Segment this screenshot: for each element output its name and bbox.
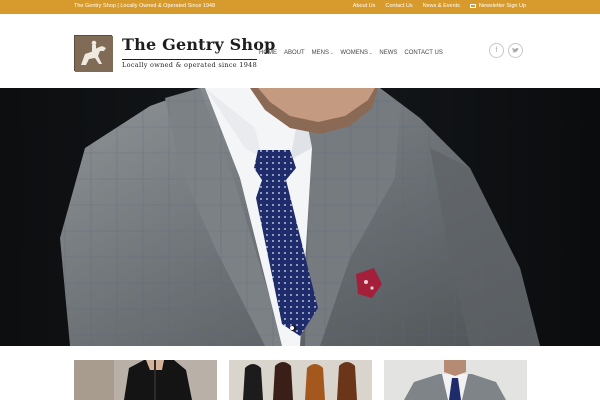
man-in-suit-image bbox=[0, 88, 600, 346]
nav-womens[interactable]: WOMENS⌄ bbox=[340, 50, 372, 56]
hero-image bbox=[0, 88, 600, 346]
man-in-grey-suit-image bbox=[384, 360, 527, 400]
logo-subtitle: Locally owned & operated since 1948 bbox=[122, 59, 258, 69]
tagline: The Gentry Shop | Locally Owned & Operat… bbox=[74, 3, 216, 9]
nav-news[interactable]: NEWS bbox=[379, 50, 397, 56]
top-links: About Us Contact Us News & Events Newsle… bbox=[353, 3, 526, 9]
slider-dot[interactable] bbox=[290, 326, 294, 330]
header: The Gentry Shop Locally owned & operated… bbox=[0, 14, 600, 88]
twitter-icon[interactable] bbox=[508, 43, 523, 58]
thumbnail-mens[interactable] bbox=[384, 360, 527, 400]
mail-icon bbox=[469, 3, 476, 8]
nav-contact-us[interactable]: CONTACT US bbox=[404, 50, 442, 56]
nav-mens[interactable]: MENS⌄ bbox=[312, 50, 334, 56]
thumbnail-shoes[interactable] bbox=[229, 360, 372, 400]
chevron-down-icon: ⌄ bbox=[330, 50, 334, 55]
main-nav: HOME ABOUT MENS⌄ WOMENS⌄ NEWS CONTACT US bbox=[259, 50, 443, 56]
twitter-bird-icon bbox=[512, 47, 519, 53]
facebook-glyph: f bbox=[495, 47, 498, 54]
about-us-link[interactable]: About Us bbox=[353, 3, 376, 9]
nav-about[interactable]: ABOUT bbox=[284, 50, 305, 56]
woman-in-black-outfit-image bbox=[74, 360, 217, 400]
newsletter-label: Newsletter Sign Up bbox=[478, 3, 526, 9]
nav-home[interactable]: HOME bbox=[259, 50, 277, 56]
contact-us-link[interactable]: Contact Us bbox=[385, 3, 412, 9]
thumbnail-row bbox=[0, 346, 600, 400]
nav-womens-label: WOMENS bbox=[340, 50, 369, 56]
nav-mens-label: MENS bbox=[311, 50, 330, 56]
mens-dress-shoes-image bbox=[229, 360, 372, 400]
horse-rider-logo-icon[interactable] bbox=[74, 35, 113, 72]
top-bar: The Gentry Shop | Locally Owned & Operat… bbox=[0, 0, 600, 14]
thumbnail-womens[interactable] bbox=[74, 360, 217, 400]
facebook-icon[interactable]: f bbox=[489, 43, 504, 58]
logo-title[interactable]: The Gentry Shop bbox=[122, 35, 276, 54]
news-events-link[interactable]: News & Events bbox=[423, 3, 460, 9]
newsletter-signup-link[interactable]: Newsletter Sign Up bbox=[469, 3, 526, 9]
chevron-down-icon: ⌄ bbox=[369, 50, 373, 55]
